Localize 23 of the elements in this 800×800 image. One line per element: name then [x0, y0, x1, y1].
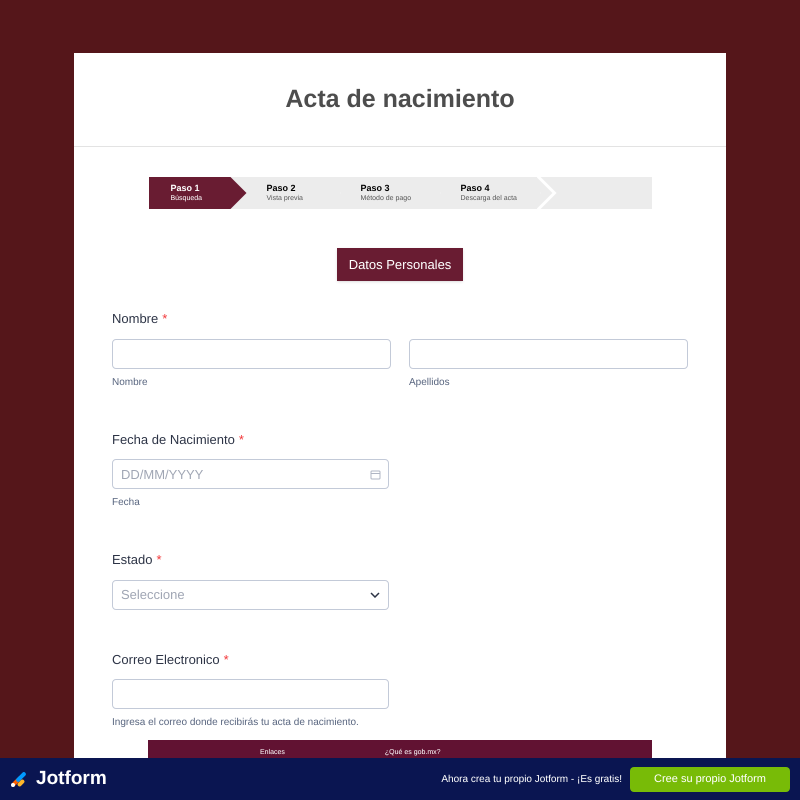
- field-label: Fecha de Nacimiento: [112, 430, 235, 448]
- required-mark: *: [162, 310, 168, 328]
- logo-icon: [10, 770, 28, 788]
- text-field[interactable]: [112, 338, 391, 368]
- section-button[interactable]: Datos Personales: [336, 248, 464, 281]
- email-field[interactable]: [112, 679, 389, 709]
- chevron-down-icon: [370, 592, 380, 598]
- calendar-icon: [370, 469, 381, 480]
- date-field[interactable]: DD/MM/YYYY: [112, 459, 389, 489]
- field-hint: Fecha: [112, 496, 141, 510]
- required-mark: *: [224, 650, 229, 668]
- promo-text: Ahora crea tu propio Jotform - ¡Es gratis!: [441, 772, 622, 786]
- form-title: Acta de nacimiento: [285, 84, 515, 115]
- required-mark: *: [238, 430, 244, 448]
- field-hint: Nombre: [112, 376, 149, 390]
- field-hint: Apellidos: [409, 376, 451, 390]
- field-label: Estado: [112, 551, 152, 569]
- text-field[interactable]: [409, 338, 688, 368]
- brand-name: Jotform: [36, 766, 107, 791]
- field-label: Nombre: [112, 310, 158, 328]
- field-label: Correo Electronico: [112, 650, 220, 668]
- field-hint: Ingresa el correo donde recibirás tu acta de nacimiento.: [112, 716, 360, 730]
- required-mark: *: [156, 551, 162, 569]
